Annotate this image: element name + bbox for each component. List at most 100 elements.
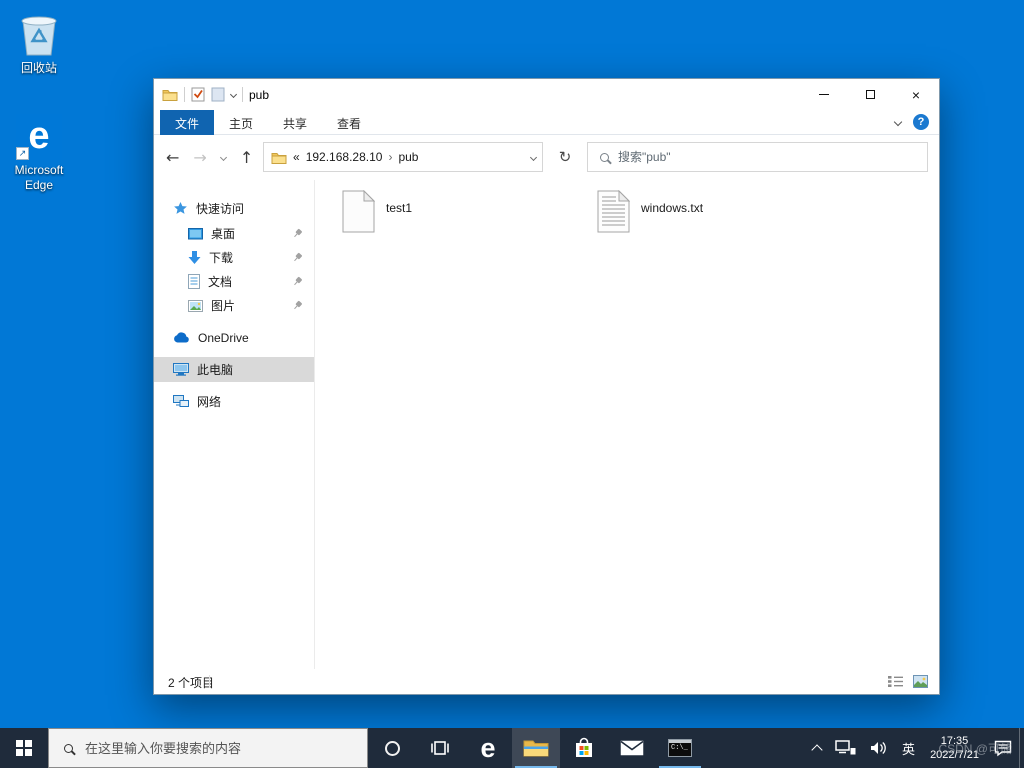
help-icon[interactable]: ? [913,114,929,130]
start-button[interactable] [0,728,48,768]
taskbar-cmd-button[interactable] [656,728,704,768]
network-status-icon [835,740,856,755]
qat-customize-icon[interactable] [229,90,238,99]
mail-icon [620,740,644,756]
command-prompt-icon [668,739,692,757]
taskbar-file-explorer-button[interactable] [512,728,560,768]
properties-icon[interactable] [191,87,205,102]
chevron-up-icon [811,744,823,756]
pin-icon [291,251,304,264]
task-view-icon [431,741,449,755]
desktop-icon-edge[interactable]: e ↗ Microsoft Edge [0,110,78,193]
sidebar-item-quick-access[interactable]: 快速访问 [154,196,314,221]
up-button[interactable]: ↑ [240,148,253,167]
sidebar-item-documents[interactable]: 文档 [154,269,314,294]
details-view-button[interactable] [886,673,904,690]
address-bar[interactable]: « 192.168.28.10 › pub [263,142,543,172]
address-dropdown-icon[interactable] [529,153,538,161]
network-tray-button[interactable] [828,728,863,768]
explorer-search-box[interactable] [587,142,928,172]
volume-tray-button[interactable] [863,728,895,768]
input-language-button[interactable]: 英 [895,728,922,768]
forward-button: → [193,147,207,167]
tab-file[interactable]: 文件 [160,110,215,135]
desktop-icon [188,227,203,239]
maximize-button[interactable] [847,79,893,110]
action-center-button[interactable] [987,728,1019,768]
sidebar-item-network[interactable]: 网络 [154,389,314,414]
explorer-search-input[interactable] [618,150,868,164]
action-center-icon [994,740,1012,756]
taskbar-search-box[interactable] [48,728,368,768]
large-icons-view-icon [912,675,928,688]
sidebar-item-pictures[interactable]: 图片 [154,293,314,318]
file-explorer-icon [523,740,549,757]
pin-icon [291,227,304,240]
sidebar-item-this-pc[interactable]: 此电脑 [154,357,314,382]
file-item-windows-txt[interactable]: windows.txt [595,188,840,242]
breadcrumb-folder[interactable]: pub [398,150,418,164]
store-icon [576,737,592,757]
minimize-button[interactable] [801,79,847,110]
text-file-icon [597,190,630,233]
cortana-icon [384,740,400,756]
taskbar-edge-button[interactable]: e [464,728,512,768]
maximize-icon [865,90,875,99]
file-list: test1 windows.txt [316,180,939,669]
recycle-bin-icon [21,16,57,56]
tab-view[interactable]: 查看 [322,110,376,135]
expand-ribbon-icon[interactable] [893,117,903,127]
sidebar-item-onedrive[interactable]: OneDrive [154,325,314,350]
window-title: pub [249,87,270,102]
documents-icon [188,274,200,289]
show-desktop-button[interactable] [1019,728,1024,768]
taskbar-mail-button[interactable] [608,728,656,768]
tab-share[interactable]: 共享 [268,110,322,135]
navigation-toolbar: ← → ↑ « 192.168.28.10 › pub ↻ [154,135,939,179]
breadcrumb-collapse[interactable]: « [293,150,300,164]
window-titlebar[interactable]: pub × [154,79,939,110]
navigation-pane: 快速访问 桌面 下载 文档 图片 OneDrive 此电脑 网络 [154,180,315,669]
hidden-icons-button[interactable] [806,728,828,768]
search-icon [600,152,609,162]
file-name: test1 [386,201,413,215]
status-bar: 2 个项目 [154,669,939,694]
taskbar-clock[interactable]: 17:35 2022/7/21 [922,734,987,762]
pin-icon [291,275,304,288]
quick-access-star-icon [174,201,187,214]
windows-logo-icon [16,740,32,756]
close-button[interactable]: × [893,79,939,110]
pictures-icon [188,299,203,312]
ribbon-tabs: 文件 主页 共享 查看 ? [154,110,939,135]
onedrive-cloud-icon [174,332,189,343]
folder-icon [162,90,178,101]
pin-icon [291,299,304,312]
back-button[interactable]: ← [166,148,179,167]
tab-home[interactable]: 主页 [214,110,268,135]
breadcrumb-host[interactable]: 192.168.28.10 [306,150,383,164]
task-view-button[interactable] [416,728,464,768]
new-folder-icon[interactable] [211,87,225,102]
details-view-icon [887,676,903,687]
sidebar-item-downloads[interactable]: 下载 [154,245,314,270]
recent-locations-icon[interactable] [219,153,227,161]
cortana-button[interactable] [368,728,416,768]
generic-file-icon [342,190,375,233]
large-icons-view-button[interactable] [911,673,929,690]
folder-icon [271,152,287,164]
this-pc-icon [173,363,189,376]
file-item-test1[interactable]: test1 [340,188,585,242]
sidebar-item-desktop[interactable]: 桌面 [154,221,314,246]
edge-icon: e [480,732,496,763]
downloads-icon [188,251,201,264]
desktop-icon-recycle-bin[interactable]: 回收站 [0,8,78,76]
minimize-icon [819,94,829,95]
item-count: 2 个项目 [168,676,215,690]
system-tray: 英 17:35 2022/7/21 [806,728,1024,768]
desktop: 回收站 e ↗ Microsoft Edge pub × 文件 主页 共享 查看… [0,0,1024,768]
taskbar-search-input[interactable] [85,740,340,756]
taskbar-store-button[interactable] [560,728,608,768]
refresh-button[interactable]: ↻ [550,142,580,172]
taskbar: e [0,728,1024,768]
clock-date: 2022/7/21 [930,749,979,761]
